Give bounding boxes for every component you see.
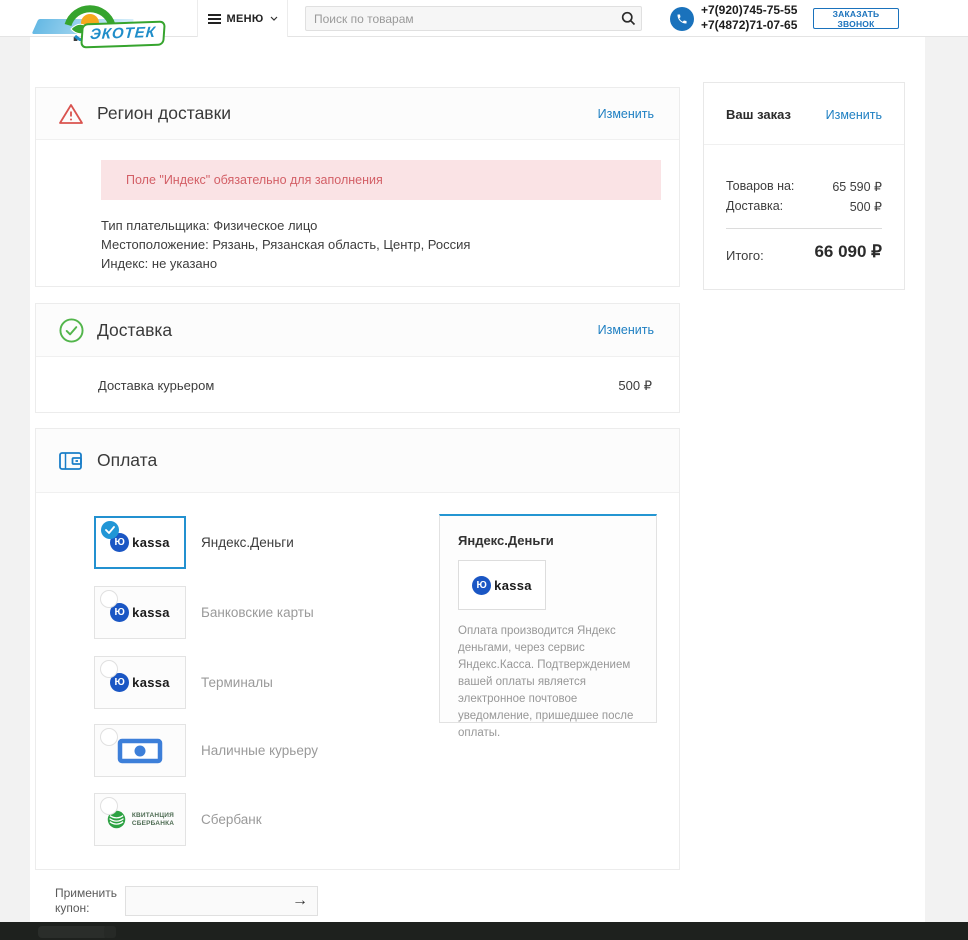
search-bar: [305, 6, 642, 31]
yookassa-logo: Ю kassa: [472, 576, 532, 595]
payment-option-label[interactable]: Банковские карты: [201, 605, 314, 620]
search-input[interactable]: [306, 12, 615, 26]
delivery-price: 500 ₽: [618, 378, 652, 394]
payment-option-cash-courier[interactable]: Наличные курьеру: [94, 724, 318, 777]
footer-decoration: [104, 926, 116, 938]
payment-option-terminals[interactable]: Ю kassa Терминалы: [94, 656, 273, 709]
delivery-method-row: Доставка курьером 500 ₽: [36, 357, 679, 414]
order-items-value: 65 590 ₽: [832, 179, 882, 194]
index-required-error: Поле "Индекс" обязательно для заполнения: [101, 160, 661, 200]
radio-unselected-icon: [100, 590, 118, 608]
payment-option-bank-cards[interactable]: Ю kassa Банковские карты: [94, 586, 314, 639]
footer-bar: [0, 922, 968, 940]
phone-number-2[interactable]: +7(4872)71-07-65: [701, 18, 797, 33]
hamburger-icon: [208, 14, 221, 24]
delivery-section-header: Доставка Изменить: [36, 304, 679, 357]
order-delivery-row: Доставка: 500 ₽: [726, 199, 882, 214]
index-line: Индекс: не указано: [101, 254, 470, 273]
location-line: Местоположение: Рязань, Рязанская област…: [101, 235, 470, 254]
menu-label: МЕНЮ: [227, 13, 264, 25]
payment-option-label[interactable]: Терминалы: [201, 675, 273, 690]
callback-button[interactable]: ЗАКАЗАТЬ ЗВОНОК: [813, 8, 899, 29]
payment-option-label[interactable]: Сбербанк: [201, 812, 262, 827]
order-items-row: Товаров на: 65 590 ₽: [726, 179, 882, 194]
order-delivery-value: 500 ₽: [850, 199, 882, 214]
payment-section-title: Оплата: [97, 450, 157, 471]
success-check-icon: [58, 318, 84, 343]
region-section-header: Регион доставки Изменить: [36, 88, 679, 140]
order-summary-title: Ваш заказ: [726, 107, 791, 122]
region-info: Тип плательщика: Физическое лицо Местопо…: [101, 216, 470, 273]
chevron-down-icon: [270, 16, 278, 21]
coupon-field: →: [125, 886, 318, 916]
payment-option-label[interactable]: Наличные курьеру: [201, 743, 318, 758]
yookassa-logo: Ю kassa: [110, 603, 170, 622]
coupon-input[interactable]: [126, 894, 283, 908]
delivery-method: Доставка курьером: [98, 378, 214, 393]
section-delivery: Доставка Изменить Доставка курьером 500 …: [35, 303, 680, 413]
payment-details-logo-box: Ю kassa: [458, 560, 546, 610]
wallet-icon: [58, 449, 84, 473]
order-edit-link[interactable]: Изменить: [826, 108, 882, 122]
radio-unselected-icon: [100, 728, 118, 746]
yookassa-logo: Ю kassa: [110, 533, 170, 552]
payment-section-header: Оплата: [36, 429, 679, 493]
section-payment: Оплата Ю kassa Яндекс.Деньги Ю kassa: [35, 428, 680, 870]
order-summary-card: Ваш заказ Изменить Товаров на: 65 590 ₽ …: [703, 82, 905, 290]
payment-option-box[interactable]: Ю kassa: [94, 516, 186, 569]
checkout-page: Оформление заказа МЕНЮ +7(920)745-75-55 …: [0, 0, 968, 940]
payment-option-label[interactable]: Яндекс.Деньги: [201, 535, 294, 550]
region-section-title: Регион доставки: [97, 103, 231, 124]
region-edit-link[interactable]: Изменить: [598, 107, 654, 121]
delivery-edit-link[interactable]: Изменить: [598, 323, 654, 337]
coupon-label: Применить купон:: [55, 886, 127, 916]
order-total-value: 66 090 ₽: [814, 242, 882, 262]
cash-banknote-icon: [117, 737, 163, 765]
menu-button[interactable]: МЕНЮ: [197, 0, 288, 37]
payment-option-sberbank[interactable]: КВИТАНЦИЯ СБЕРБАНКА Сбербанк: [94, 793, 262, 846]
phone-number-1[interactable]: +7(920)745-75-55: [701, 3, 797, 18]
order-total-label: Итого:: [726, 248, 764, 263]
payer-type-line: Тип плательщика: Физическое лицо: [101, 216, 470, 235]
order-divider: [726, 228, 882, 229]
radio-unselected-icon: [100, 797, 118, 815]
footer-decoration: [38, 926, 108, 938]
order-summary-header: Ваш заказ Изменить: [704, 83, 904, 145]
radio-unselected-icon: [100, 660, 118, 678]
payment-option-box[interactable]: Ю kassa: [94, 586, 186, 639]
payment-details-description: Оплата производится Яндекс деньгами, чер…: [458, 623, 642, 742]
payment-option-box[interactable]: [94, 724, 186, 777]
payment-option-box[interactable]: КВИТАНЦИЯ СБЕРБАНКА: [94, 793, 186, 846]
logo-badge: ЭКОТЕК: [80, 20, 166, 48]
phone-numbers[interactable]: +7(920)745-75-55 +7(4872)71-07-65: [701, 3, 797, 33]
order-delivery-label: Доставка:: [726, 199, 783, 214]
selected-check-icon: [101, 521, 119, 539]
apply-coupon-arrow-button[interactable]: →: [283, 892, 317, 910]
search-icon[interactable]: [615, 11, 641, 26]
payment-details-title: Яндекс.Деньги: [458, 533, 638, 548]
delivery-section-title: Доставка: [97, 320, 172, 341]
payment-option-yandex-money[interactable]: Ю kassa Яндекс.Деньги: [94, 516, 294, 569]
sberbank-receipt-label: КВИТАНЦИЯ СБЕРБАНКА: [132, 812, 174, 828]
order-items-label: Товаров на:: [726, 179, 794, 194]
payment-option-box[interactable]: Ю kassa: [94, 656, 186, 709]
section-delivery-region: Регион доставки Изменить Поле "Индекс" о…: [35, 87, 680, 287]
phone-icon: [670, 7, 694, 31]
payment-details-panel: Яндекс.Деньги Ю kassa Оплата производитс…: [439, 514, 657, 723]
site-logo[interactable]: ЭКОТЕК: [33, 1, 189, 51]
warning-icon: [58, 102, 84, 126]
yookassa-logo: Ю kassa: [110, 673, 170, 692]
sberbank-logo: КВИТАНЦИЯ СБЕРБАНКА: [106, 809, 174, 830]
logo-text: ЭКОТЕК: [89, 24, 156, 43]
